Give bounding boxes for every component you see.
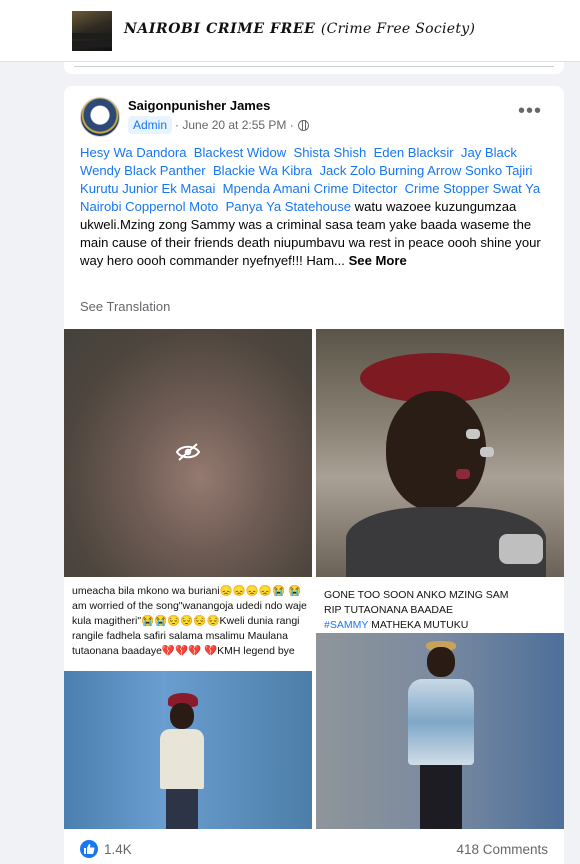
tagged-user[interactable]: Jack Zolo Burning Arrow Sonko	[319, 163, 502, 178]
caption-line: #SAMMY MATHEKA MUTUKU	[324, 618, 560, 633]
group-thumbnail[interactable]	[72, 11, 112, 51]
like-count[interactable]: 1.4K	[104, 842, 132, 857]
thumbnail-text-band	[72, 33, 112, 39]
legs-shape	[166, 789, 198, 829]
group-name[interactable]: NAIROBI CRIME FREE (Crime Free Society)	[124, 21, 475, 37]
tagged-user[interactable]: Jay Black	[461, 145, 517, 160]
like-reaction-icon[interactable]	[80, 840, 98, 858]
caption-line: RIP TUTAONANA BAADAE	[324, 604, 453, 616]
post-meta: Admin · June 20 at 2:55 PM ·	[128, 116, 309, 134]
tagged-user[interactable]: Eden Blacksir	[374, 145, 454, 160]
tagged-user[interactable]: Blackest Widow	[194, 145, 286, 160]
caption-line: GONE TOO SOON ANKO MZING SAM	[324, 589, 509, 601]
photo-caption-left[interactable]: umeacha bila mkono wa buriani😞😞😞😞😭 😭am w…	[64, 581, 312, 829]
post-text: Hesy Wa Dandora Blackest Widow Shista Sh…	[80, 144, 555, 270]
group-header: NAIROBI CRIME FREE (Crime Free Society)	[0, 0, 580, 62]
watch-shape	[499, 534, 543, 564]
author-avatar[interactable]	[80, 97, 120, 137]
group-subtitle: (Crime Free Society)	[320, 21, 476, 37]
face-shape	[386, 391, 486, 511]
caption-text: GONE TOO SOON ANKO MZING SAM RIP TUTAONA…	[324, 588, 560, 633]
person-figure	[160, 693, 204, 829]
divider	[74, 66, 554, 67]
person-figure	[408, 641, 474, 829]
ring-shape	[456, 469, 470, 479]
thumbnail-text-band	[72, 41, 112, 47]
head-shape	[427, 647, 455, 677]
tagged-user[interactable]: Hesy Wa Dandora	[80, 145, 187, 160]
photo-caption-right[interactable]: GONE TOO SOON ANKO MZING SAM RIP TUTAONA…	[316, 581, 564, 829]
see-translation-link[interactable]: See Translation	[80, 299, 170, 314]
torso-shape	[408, 679, 474, 765]
caption-text: umeacha bila mkono wa buriani😞😞😞😞😭 😭am w…	[72, 585, 307, 657]
torso-shape	[160, 729, 204, 789]
hashtag-link[interactable]: #SAMMY	[324, 619, 368, 631]
group-title[interactable]: NAIROBI CRIME FREE	[124, 21, 315, 37]
see-more-link[interactable]: See More	[349, 253, 407, 268]
post-timestamp[interactable]: · June 20 at 2:55 PM ·	[175, 118, 294, 132]
admin-badge: Admin	[128, 116, 173, 134]
ring-shape	[480, 447, 494, 457]
more-options-icon[interactable]: •••	[518, 101, 542, 121]
globe-icon	[297, 119, 309, 131]
head-shape	[170, 703, 194, 729]
reactions-bar: 1.4K 418 Comments	[64, 836, 564, 864]
author-name[interactable]: Saigonpunisher James	[128, 98, 270, 113]
blurred-photo[interactable]	[64, 329, 312, 577]
tagged-user[interactable]: Panya Ya Statehouse	[226, 199, 351, 214]
caption-name: MATHEKA MUTUKU	[368, 619, 469, 631]
ring-shape	[466, 429, 480, 439]
previous-post-card-bottom	[64, 62, 564, 74]
tagged-user[interactable]: Mpenda Amani Crime Ditector	[223, 181, 398, 196]
comments-count[interactable]: 418 Comments	[456, 842, 548, 857]
tagged-user[interactable]: Shista Shish	[293, 145, 366, 160]
photo-scene	[64, 671, 312, 829]
legs-shape	[420, 765, 462, 829]
eye-slash-icon[interactable]	[175, 442, 201, 462]
tagged-user[interactable]: Crime Stopper	[405, 181, 489, 196]
tagged-user[interactable]: Blackie Wa Kibra	[213, 163, 312, 178]
photo-man-red-beret[interactable]	[316, 329, 564, 577]
photo-scene	[316, 633, 564, 829]
tagged-user[interactable]: Wendy Black Panther	[80, 163, 206, 178]
post-card: Saigonpunisher James Admin · June 20 at …	[64, 86, 564, 864]
